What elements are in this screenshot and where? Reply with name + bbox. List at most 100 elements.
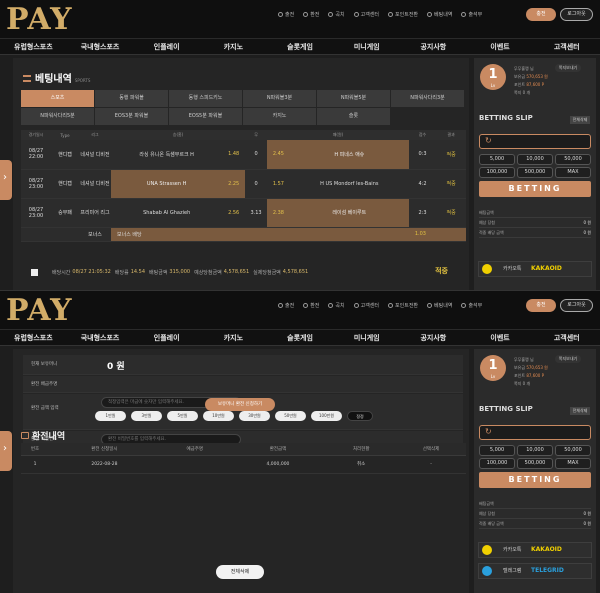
- kakao-contact[interactable]: 카카오톡 KAKAOID: [478, 542, 592, 558]
- nav-inplay[interactable]: 인플레이: [133, 330, 200, 345]
- left-expand-tab[interactable]: [0, 160, 12, 200]
- top-link-support[interactable]: 고객센터: [353, 11, 379, 18]
- tab-speedkeno[interactable]: 동행 스피드키노: [169, 90, 242, 107]
- table-row: 08/27 23:00 승무패 프리미어 리그 Shabab Al Ghazie…: [21, 198, 466, 228]
- tab-casino[interactable]: 카지노: [243, 108, 316, 125]
- nav-notice[interactable]: 공지사항: [400, 39, 467, 54]
- delete-all-button[interactable]: 전체삭제: [216, 565, 264, 579]
- nav-casino[interactable]: 카지노: [200, 330, 267, 345]
- main-nav: 유럽형스포츠 국내형스포츠 인플레이 카지노 슬롯게임 미니게임 공지사항 이벤…: [0, 38, 600, 55]
- slip-clear-button[interactable]: 전체삭제: [570, 407, 590, 415]
- chip-300k[interactable]: 30만원: [239, 411, 270, 421]
- top-link-withdraw[interactable]: 환전: [303, 11, 319, 18]
- nav-domestic-sports[interactable]: 국내형스포츠: [67, 39, 134, 54]
- level-badge: 1 Lv: [480, 355, 506, 381]
- nav-euro-sports[interactable]: 유럽형스포츠: [0, 39, 67, 54]
- logout-button[interactable]: 로그아웃: [560, 299, 593, 312]
- top-link-support[interactable]: 고객센터: [353, 302, 379, 309]
- top-link-comp[interactable]: 곡치: [328, 302, 345, 309]
- amount-500000[interactable]: 500,000: [517, 458, 553, 469]
- amount-buttons: 5,000 10,000 50,000 100,000 500,000 MAX: [479, 445, 591, 469]
- table-row: 08/27 22:00 핸디캡 네셔널 디비전 라싱 유니온 득샘부르크 H 1…: [21, 140, 466, 170]
- telegram-contact[interactable]: 텔레그램 TELEGRID: [478, 563, 592, 579]
- nav-minigame[interactable]: 미니게임: [333, 330, 400, 345]
- tab-eos3[interactable]: EOS3분 파워볼: [95, 108, 168, 125]
- amount-max[interactable]: MAX: [555, 167, 591, 178]
- amount-10000[interactable]: 10,000: [517, 445, 553, 456]
- kakao-contact[interactable]: 카카오톡 KAKAOID: [478, 261, 592, 277]
- tab-eos5[interactable]: EOS5분 파워볼: [169, 108, 242, 125]
- top-link-attendance[interactable]: 출석부: [461, 302, 482, 309]
- chip-100k[interactable]: 10만원: [203, 411, 234, 421]
- nav-notice[interactable]: 공지사항: [400, 330, 467, 345]
- logo[interactable]: PAY: [6, 2, 73, 37]
- nav-support[interactable]: 고객센터: [533, 39, 600, 54]
- chip-500k[interactable]: 50만원: [275, 411, 306, 421]
- deposit-icon: [278, 303, 283, 308]
- send-message-button[interactable]: 쪽지보내기: [555, 64, 581, 72]
- nav-domestic-sports[interactable]: 국내형스포츠: [67, 330, 134, 345]
- charge-button[interactable]: 충전: [526, 8, 556, 21]
- amount-100000[interactable]: 100,000: [479, 458, 515, 469]
- nav-inplay[interactable]: 인플레이: [133, 39, 200, 54]
- slip-amount-input[interactable]: [479, 425, 591, 440]
- top-link-point[interactable]: 포인트전환: [388, 302, 418, 309]
- amount-buttons: 5,000 10,000 50,000 100,000 500,000 MAX: [479, 154, 591, 178]
- tab-nladder5[interactable]: N파워사다리5분: [21, 108, 94, 125]
- amount-max[interactable]: MAX: [555, 458, 591, 469]
- nav-euro-sports[interactable]: 유럽형스포츠: [0, 330, 67, 345]
- chip-reset[interactable]: 정정: [347, 411, 373, 421]
- top-link-attendance[interactable]: 출석부: [461, 11, 482, 18]
- tab-nladder3[interactable]: N파워사다리3분: [391, 90, 464, 107]
- chip-1m[interactable]: 100만원: [311, 411, 342, 421]
- betting-history-screen: PAY 출전 환전 곡치 고객센터 포인트전환 베팅내역 출석부 충전 로그아웃…: [0, 0, 600, 290]
- send-message-button[interactable]: 쪽지보내기: [555, 355, 581, 363]
- tab-npowerball3[interactable]: N파워볼3분: [243, 90, 316, 107]
- tab-powerball[interactable]: 동행 파워볼: [95, 90, 168, 107]
- logout-button[interactable]: 로그아웃: [560, 8, 593, 21]
- amount-50000[interactable]: 50,000: [555, 154, 591, 165]
- chip-30k[interactable]: 3만원: [131, 411, 162, 421]
- amount-5000[interactable]: 5,000: [479, 154, 515, 165]
- top-link-withdraw[interactable]: 환전: [303, 302, 319, 309]
- withdraw-apply-button[interactable]: 보유머니 환전 신청하기: [205, 398, 275, 411]
- nav-event[interactable]: 이벤트: [467, 39, 534, 54]
- slip-clear-button[interactable]: 전체삭제: [570, 116, 590, 124]
- top-link-deposit[interactable]: 출전: [278, 11, 294, 18]
- amount-5000[interactable]: 5,000: [479, 445, 515, 456]
- logo[interactable]: PAY: [6, 293, 73, 328]
- balance-row: 현재 보유머니 0 원: [23, 355, 463, 375]
- nav-support[interactable]: 고객센터: [533, 330, 600, 345]
- tab-sports[interactable]: 스포츠: [21, 90, 94, 107]
- amount-500000[interactable]: 500,000: [517, 167, 553, 178]
- amount-100000[interactable]: 100,000: [479, 167, 515, 178]
- top-link-bets[interactable]: 베팅내역: [427, 302, 452, 309]
- top-link-bets[interactable]: 베팅내역: [427, 11, 452, 18]
- select-checkbox[interactable]: [31, 268, 38, 276]
- top-link-comp[interactable]: 곡치: [328, 11, 345, 18]
- game-tabs: 스포츠 동행 파워볼 동행 스피드키노 N파워볼3분 N파워볼5분 N파워사다리…: [21, 90, 466, 126]
- table-row-bonus: 보너스 보너스 배당 1.03: [21, 227, 466, 242]
- nav-minigame[interactable]: 미니게임: [333, 39, 400, 54]
- tab-slot[interactable]: 슬롯: [317, 108, 390, 125]
- chip-50k[interactable]: 5만원: [167, 411, 198, 421]
- top-link-point[interactable]: 포인트전환: [388, 11, 418, 18]
- charge-button[interactable]: 충전: [526, 299, 556, 312]
- betting-button[interactable]: BETTING: [479, 181, 591, 197]
- nav-casino[interactable]: 카지노: [200, 39, 267, 54]
- amount-10000[interactable]: 10,000: [517, 154, 553, 165]
- top-link-deposit[interactable]: 출전: [278, 302, 294, 309]
- chip-10k[interactable]: 1만원: [95, 411, 126, 421]
- nav-event[interactable]: 이벤트: [467, 330, 534, 345]
- left-expand-tab[interactable]: [0, 431, 12, 471]
- header: PAY 출전 환전 곡치 고객센터 포인트전환 베팅내역 출석부 충전 로그아웃: [0, 291, 600, 329]
- nav-slot[interactable]: 슬롯게임: [267, 39, 334, 54]
- betting-button[interactable]: BETTING: [479, 472, 591, 488]
- tab-npowerball5[interactable]: N파워볼5분: [317, 90, 390, 107]
- slip-amount-input[interactable]: [479, 134, 591, 149]
- nav-slot[interactable]: 슬롯게임: [267, 330, 334, 345]
- header: PAY 출전 환전 곡치 고객센터 포인트전환 베팅내역 출석부 충전 로그아웃: [0, 0, 600, 38]
- table-row: 1 2022-08-28 4,000,000 취소 -: [21, 455, 466, 474]
- amount-50000[interactable]: 50,000: [555, 445, 591, 456]
- comp-icon: [328, 12, 334, 17]
